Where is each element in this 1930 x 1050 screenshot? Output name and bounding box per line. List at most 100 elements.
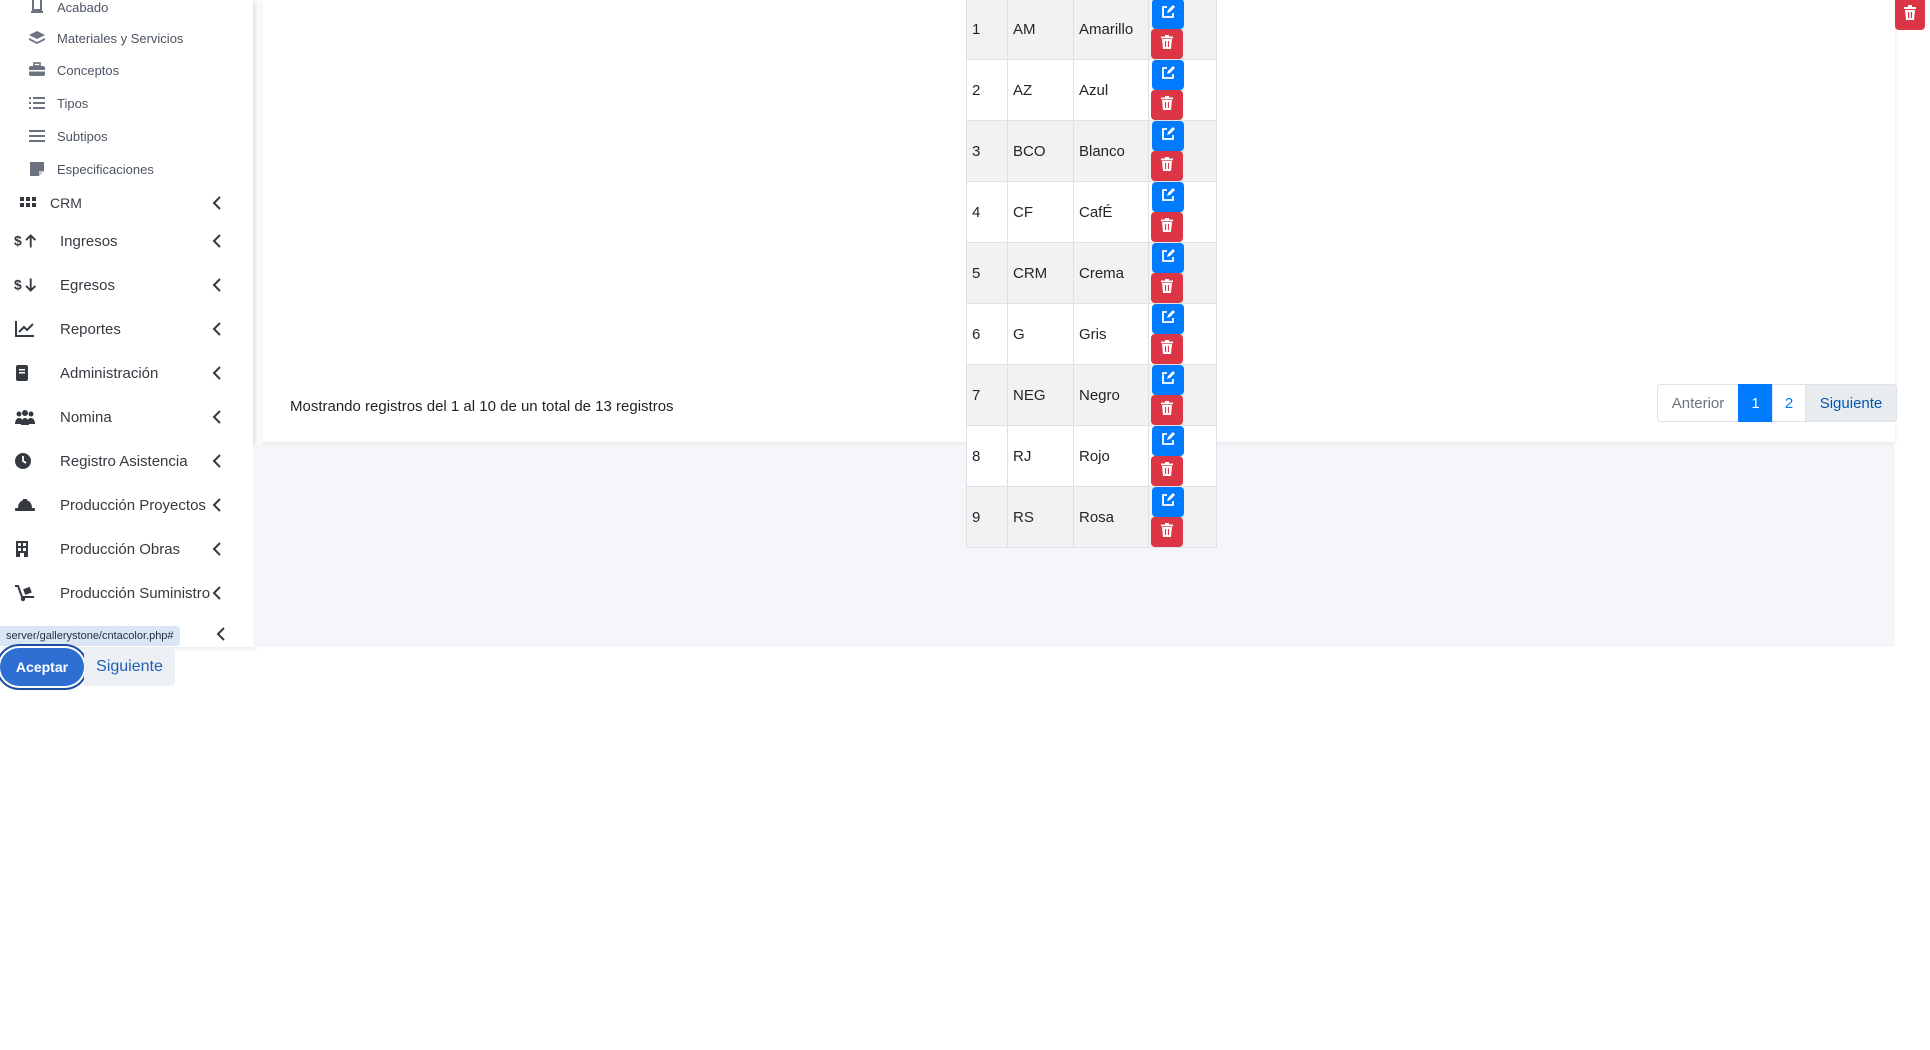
sidebar-item-label: Producción Proyectos (60, 496, 206, 514)
tour-accept-button[interactable]: Aceptar (0, 648, 84, 686)
edit-button[interactable] (1152, 304, 1184, 334)
dolly-icon (14, 583, 40, 603)
trash-icon (1161, 462, 1173, 480)
trash-icon (1161, 340, 1173, 358)
edit-button[interactable] (1152, 426, 1184, 456)
delete-button[interactable] (1151, 395, 1183, 425)
chevron-left-icon (210, 539, 226, 559)
pagination-page-2[interactable]: 2 (1772, 384, 1806, 422)
sidebar-item-crm[interactable]: CRM (20, 190, 240, 216)
row-actions (1148, 364, 1217, 426)
delete-button[interactable] (1151, 273, 1183, 303)
table-row: 3 BCO Blanco (966, 120, 1217, 182)
sidebar-item-produccion-suministro[interactable]: Producción Suministro (14, 580, 234, 606)
hard-hat-icon (14, 495, 40, 515)
sidebar-item-label: Producción Obras (60, 540, 181, 558)
row-number: 8 (966, 425, 1008, 487)
sidebar-item-label: Producción Suministro (60, 584, 211, 602)
pagination: Anterior 1 2 Siguiente (1657, 384, 1897, 422)
grid-icon (20, 193, 40, 213)
sidebar-item-materiales[interactable]: Materiales y Servicios (28, 28, 183, 48)
sidebar-item-administracion[interactable]: Administración (14, 360, 234, 386)
row-actions (1148, 120, 1217, 182)
sidebar-item-label: Conceptos (57, 62, 120, 78)
table-row: 1 AM Amarillo (966, 0, 1217, 60)
row-actions (1148, 486, 1217, 548)
row-actions (1148, 242, 1217, 304)
sidebar-item-reportes[interactable]: Reportes (14, 316, 234, 342)
edit-icon (1161, 249, 1175, 267)
chevron-left-icon (210, 407, 226, 427)
sidebar-item-ingresos[interactable]: $ Ingresos (14, 228, 234, 254)
row-number: 1 (966, 0, 1008, 60)
menu-lines-icon (28, 128, 46, 144)
edit-button[interactable] (1152, 182, 1184, 212)
table-row: 2 AZ Azul (966, 59, 1217, 121)
sidebar-item-label: Subtipos (57, 128, 108, 144)
sidebar-item-registro-asistencia[interactable]: Registro Asistencia (14, 448, 234, 474)
frame-icon (28, 0, 46, 15)
pagination-previous[interactable]: Anterior (1657, 384, 1739, 422)
edit-button[interactable] (1152, 487, 1184, 517)
delete-button[interactable] (1151, 334, 1183, 364)
dollar-up-icon: $ (14, 231, 40, 251)
chevron-left-icon[interactable] (214, 624, 230, 647)
edit-icon (1161, 371, 1175, 389)
tour-next-button[interactable]: Siguiente (84, 648, 175, 686)
delete-button[interactable] (1151, 212, 1183, 242)
trash-icon (1161, 279, 1173, 297)
layers-icon (28, 30, 46, 46)
table-row: 4 CF CafÉ (966, 181, 1217, 243)
chevron-left-icon (210, 451, 226, 471)
book-icon (14, 363, 40, 383)
edit-icon (1161, 188, 1175, 206)
sidebar-item-subtipos[interactable]: Subtipos (28, 126, 108, 146)
edit-button[interactable] (1152, 121, 1184, 151)
delete-button[interactable] (1151, 517, 1183, 547)
delete-button[interactable] (1151, 151, 1183, 181)
sidebar-item-especificaciones[interactable]: Especificaciones (28, 159, 154, 179)
sidebar-item-produccion-proyectos[interactable]: Producción Proyectos (14, 492, 234, 518)
trash-icon (1161, 401, 1173, 419)
row-actions (1148, 425, 1217, 487)
row-number: 5 (966, 242, 1008, 304)
sidebar-item-conceptos[interactable]: Conceptos (28, 60, 119, 80)
pagination-next[interactable]: Siguiente (1805, 384, 1897, 422)
trash-icon (1903, 4, 1917, 26)
svg-text:$: $ (14, 277, 22, 293)
edit-button[interactable] (1152, 243, 1184, 273)
row-number: 7 (966, 364, 1008, 426)
pagination-page-1[interactable]: 1 (1738, 384, 1773, 422)
sidebar-item-nomina[interactable]: Nomina (14, 404, 234, 430)
building-icon (14, 539, 40, 559)
top-delete-button[interactable] (1895, 0, 1925, 30)
trash-icon (1161, 35, 1173, 53)
row-actions (1148, 181, 1217, 243)
row-name: Blanco (1073, 120, 1149, 182)
sidebar-item-acabado[interactable]: Acabado (28, 0, 108, 17)
chevron-left-icon (210, 583, 226, 603)
edit-button[interactable] (1152, 60, 1184, 90)
row-code: BCO (1007, 120, 1074, 182)
chevron-left-icon (210, 275, 226, 295)
row-code: RS (1007, 486, 1074, 548)
edit-button[interactable] (1152, 0, 1184, 29)
sidebar-item-produccion-obras[interactable]: Producción Obras (14, 536, 234, 562)
sidebar-item-label: Reportes (60, 320, 121, 338)
row-code: CF (1007, 181, 1074, 243)
colors-table: 1 AM Amarillo 2 AZ Azul 3 BCO Blanco 4 CF CafÉ 5 CRM C… (966, 0, 1217, 548)
sidebar-item-egresos[interactable]: $ Egresos (14, 272, 234, 298)
delete-button[interactable] (1151, 456, 1183, 486)
status-url-tooltip: server/gallerystone/cntacolor.php# (0, 626, 180, 646)
trash-icon (1161, 523, 1173, 541)
row-actions (1148, 303, 1217, 365)
sidebar-item-tipos[interactable]: Tipos (28, 93, 88, 113)
users-icon (14, 407, 40, 427)
delete-button[interactable] (1151, 90, 1183, 120)
delete-button[interactable] (1151, 29, 1183, 59)
row-number: 6 (966, 303, 1008, 365)
edit-button[interactable] (1152, 365, 1184, 395)
row-name: Rojo (1073, 425, 1149, 487)
sidebar-item-label: Materiales y Servicios (57, 30, 184, 46)
row-name: Negro (1073, 364, 1149, 426)
